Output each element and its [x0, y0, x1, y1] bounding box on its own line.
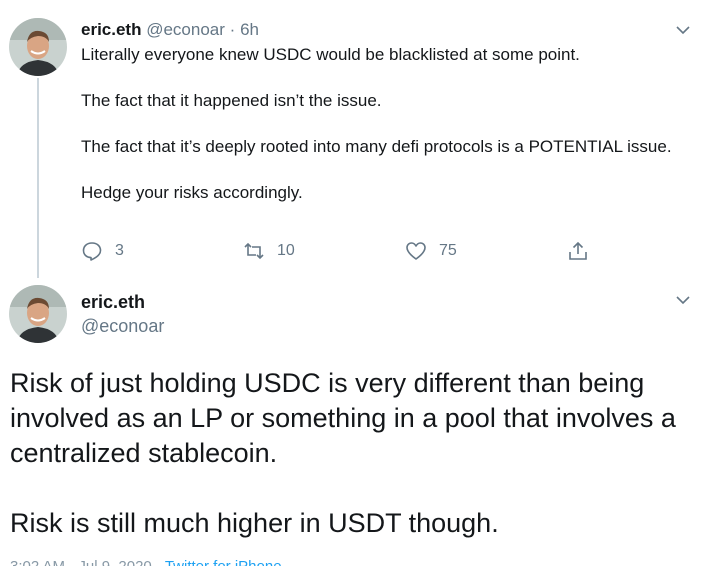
author-handle[interactable]: @econoar: [146, 20, 225, 39]
thread-connector-line: [37, 78, 39, 278]
tweet-paragraph: The fact that it’s deeply rooted into ma…: [81, 137, 672, 156]
author-name[interactable]: eric.eth: [81, 20, 141, 39]
author-name[interactable]: eric.eth: [81, 292, 145, 313]
tweet-timestamp[interactable]: 6h: [240, 20, 259, 39]
tweet-paragraph: Risk of just holding USDC is very differ…: [10, 368, 676, 468]
chevron-down-icon[interactable]: [675, 25, 691, 35]
retweet-button[interactable]: 10: [243, 240, 295, 262]
like-button[interactable]: 75: [405, 240, 457, 262]
tweet-paragraph: Literally everyone knew USDC would be bl…: [81, 45, 580, 64]
tweet-actions: 3 10 75: [81, 240, 601, 262]
share-icon: [569, 241, 587, 260]
retweet-icon: [244, 242, 264, 260]
avatar[interactable]: [9, 285, 67, 343]
tweet-thread: eric.eth @econoar · 6h Literally everyon…: [0, 0, 713, 566]
tweet-header: eric.eth @econoar · 6h: [81, 20, 259, 40]
reply-count: 3: [115, 242, 124, 259]
tweet-date[interactable]: 3:02 AM · Jul 9, 2020 ·: [10, 558, 165, 566]
tweet-paragraph: Risk is still much higher in USDT though…: [10, 508, 499, 538]
retweet-count: 10: [277, 242, 295, 259]
focused-tweet-text: Risk of just holding USDC is very differ…: [10, 366, 710, 541]
author-handle[interactable]: @econoar: [81, 316, 164, 337]
like-icon: [406, 242, 426, 260]
chevron-down-icon[interactable]: [675, 295, 691, 305]
like-count: 75: [439, 242, 457, 259]
tweet-meta-footer: 3:02 AM · Jul 9, 2020 · Twitter for iPho…: [10, 558, 282, 566]
tweet-source-link[interactable]: Twitter for iPhone: [165, 558, 282, 566]
reply-icon: [82, 242, 102, 261]
share-button[interactable]: [567, 240, 601, 262]
reply-button[interactable]: 3: [81, 240, 124, 262]
tweet-text: Literally everyone knew USDC would be bl…: [81, 44, 681, 204]
tweet-paragraph: The fact that it happened isn’t the issu…: [81, 91, 382, 110]
tweet-paragraph: Hedge your risks accordingly.: [81, 183, 303, 202]
avatar[interactable]: [9, 18, 67, 76]
separator-dot: ·: [229, 20, 236, 39]
